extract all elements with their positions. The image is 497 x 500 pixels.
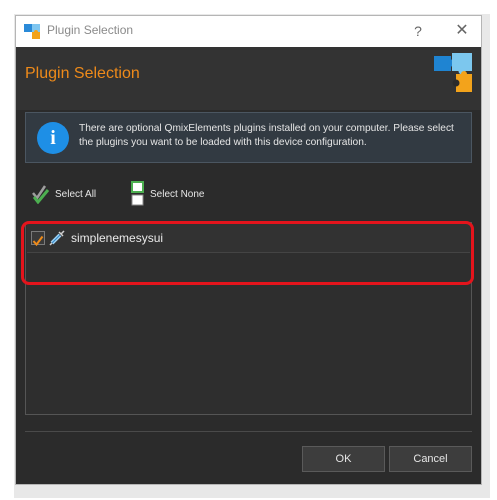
- page-title: Plugin Selection: [25, 65, 140, 82]
- select-all-button[interactable]: Select All: [32, 180, 96, 208]
- title-bar: Plugin Selection ? ✕: [16, 16, 481, 47]
- info-message-text: There are optional QmixElements plugins …: [79, 123, 454, 148]
- cancel-button[interactable]: Cancel: [389, 446, 472, 472]
- select-none-button[interactable]: Select None: [131, 180, 204, 208]
- footer-divider: [25, 431, 472, 432]
- ok-button[interactable]: OK: [302, 446, 385, 472]
- help-button[interactable]: ?: [402, 16, 434, 47]
- double-check-icon: [32, 185, 50, 204]
- select-all-label: Select All: [55, 188, 97, 200]
- info-icon: i: [37, 122, 69, 154]
- unchecked-boxes-icon: [131, 181, 144, 206]
- select-none-label: Select None: [150, 188, 205, 200]
- puzzle-logo-icon: [434, 53, 472, 92]
- close-button[interactable]: ✕: [446, 16, 478, 47]
- puzzle-app-icon: [24, 24, 40, 39]
- info-message-box: i There are optional QmixElements plugin…: [25, 112, 472, 163]
- selection-highlight: [21, 221, 474, 285]
- header-banner: Plugin Selection: [16, 47, 481, 110]
- window-title: Plugin Selection: [47, 23, 134, 37]
- plugin-selection-dialog: Plugin Selection ? ✕ Plugin Selection i …: [15, 15, 482, 485]
